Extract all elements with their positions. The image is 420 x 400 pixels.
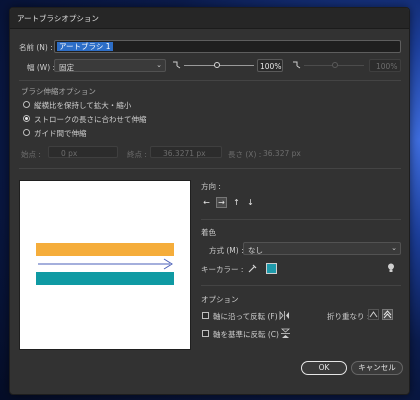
key-color-label: キーカラー :: [201, 265, 244, 274]
flip-across-label: 軸を基準に反転 (C): [213, 330, 279, 339]
overlap-fold-icon: [383, 310, 392, 319]
name-label: 名前 (N) :: [19, 43, 53, 52]
preview-top-bar: [36, 243, 174, 256]
scale-option-label: 縦横比を保持して拡大・縮小: [34, 101, 132, 110]
scale-option-label: ガイド間で伸縮: [34, 129, 87, 138]
direction-heading: 方向 :: [201, 182, 221, 191]
overlap-no-adjust-button[interactable]: [382, 309, 393, 320]
name-input-value: アートブラシ 1: [57, 42, 113, 51]
colorization-method-label: 方式 (M) :: [209, 246, 244, 255]
start-value: 0 px: [61, 149, 78, 158]
divider: [201, 285, 401, 286]
flip-along-checkbox[interactable]: [202, 312, 209, 319]
radio-stretch-between-guides[interactable]: [23, 129, 30, 136]
colorization-method-dropdown[interactable]: なし ⌄: [243, 242, 401, 255]
chevron-down-icon: ⌄: [156, 61, 162, 69]
key-color-swatch[interactable]: [266, 263, 277, 274]
width-mode-value: 固定: [59, 63, 74, 72]
chevron-down-icon: ⌄: [391, 244, 397, 252]
end-value: 36.3271 px: [163, 149, 206, 158]
preview-canvas: [36, 243, 174, 285]
radio-stretch-to-fit[interactable]: [23, 115, 30, 122]
brush-preview: [19, 180, 191, 350]
start-input: 0 px: [48, 146, 118, 158]
ok-button[interactable]: OK: [301, 361, 347, 375]
divider: [19, 80, 401, 81]
lightbulb-icon[interactable]: [386, 262, 396, 274]
width-label: 幅 (W) :: [27, 63, 56, 72]
scale-option-label: ストロークの長さに合わせて伸縮: [34, 115, 147, 124]
flip-along-icon: [279, 310, 289, 321]
art-brush-options-dialog: アートブラシオプション 名前 (N) : アートブラシ 1 幅 (W) : 固定…: [9, 7, 410, 395]
width-percent-value: 100%: [260, 62, 282, 71]
direction-up-button[interactable]: ↑: [231, 197, 242, 208]
name-input[interactable]: アートブラシ 1: [54, 40, 401, 53]
divider: [19, 168, 401, 169]
width-right-slider-handle: [332, 62, 338, 68]
overlap-corner-icon: [369, 311, 378, 318]
width-slider-handle[interactable]: [214, 62, 220, 68]
overlap-adjust-corners-button[interactable]: [368, 309, 379, 320]
divider: [201, 219, 401, 220]
overlap-label: 折り重なり :: [327, 312, 370, 321]
cancel-button[interactable]: キャンセル: [351, 361, 403, 375]
width-mode-dropdown[interactable]: 固定 ⌄: [54, 59, 166, 72]
width-percent-input[interactable]: 100%: [257, 59, 283, 72]
options-heading: オプション: [201, 295, 239, 304]
end-input: 36.3271 px: [150, 146, 222, 158]
dialog-title: アートブラシオプション: [17, 14, 99, 23]
eyedropper-icon[interactable]: [246, 262, 258, 274]
radio-scale-proportionally[interactable]: [23, 101, 30, 108]
preview-bottom-bar: [36, 272, 174, 285]
length-label: 長さ (X) :: [228, 150, 262, 159]
width-max-icon: [293, 61, 301, 69]
colorization-heading: 着色: [201, 228, 216, 237]
width-min-icon: [173, 61, 181, 69]
start-label: 始点 :: [21, 150, 41, 159]
direction-left-button[interactable]: ←: [201, 197, 212, 208]
width-right-percent-value: 100%: [376, 62, 398, 71]
direction-right-button[interactable]: →: [216, 197, 227, 208]
scale-options-heading: ブラシ伸縮オプション: [21, 87, 96, 96]
end-label: 終点 :: [127, 150, 147, 159]
flip-across-icon: [280, 328, 291, 338]
colorization-method-value: なし: [248, 246, 263, 255]
width-right-percent-input: 100%: [369, 59, 401, 72]
direction-down-button[interactable]: ↓: [245, 197, 256, 208]
flip-across-checkbox[interactable]: [202, 330, 209, 337]
flip-along-label: 軸に沿って反転 (F): [213, 312, 278, 321]
length-value: 36.327 px: [263, 149, 301, 158]
